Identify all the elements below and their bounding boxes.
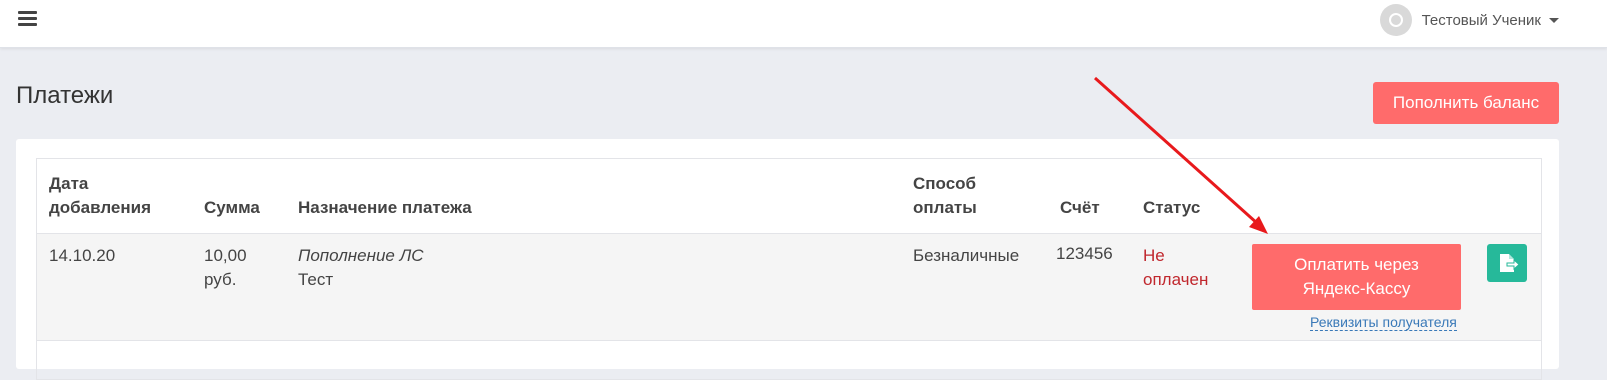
- payments-table: Дата добавления Сумма Назначение платежа…: [36, 158, 1542, 380]
- col-amount: Сумма: [204, 198, 260, 217]
- row-method: Безналичные: [913, 246, 1020, 265]
- col-date-line2: добавления: [49, 198, 152, 217]
- row-amount-currency: руб.: [204, 270, 237, 289]
- col-invoice: Счёт: [1060, 198, 1100, 217]
- row-purpose: Пополнение ЛС Тест: [298, 244, 424, 292]
- page-title: Платежи: [16, 82, 114, 109]
- col-status: Статус: [1143, 198, 1201, 217]
- table-header: Дата добавления Сумма Назначение платежа…: [37, 159, 1541, 234]
- row-amount: 10,00 руб.: [204, 244, 247, 292]
- row-purpose-text: Тест: [298, 270, 334, 289]
- table-row: 14.10.20 10,00 руб. Пополнение ЛС Тест Б…: [37, 234, 1541, 341]
- row-date: 14.10.20: [49, 246, 116, 265]
- payments-panel: Дата добавления Сумма Назначение платежа…: [16, 139, 1559, 380]
- recipient-requisites-link[interactable]: Реквизиты получателя: [1310, 314, 1457, 331]
- row-status-line2: оплачен: [1143, 270, 1209, 289]
- col-date-line1: Дата: [49, 174, 89, 193]
- col-purpose: Назначение платежа: [298, 198, 472, 217]
- top-navbar: Тестовый Ученик: [0, 0, 1607, 48]
- caret-down-icon: [1549, 17, 1559, 23]
- pay-yandex-kassa-button[interactable]: Оплатить через Яндекс-Кассу: [1252, 244, 1461, 310]
- row-amount-value: 10,00: [204, 246, 247, 265]
- row-invoice: 123456: [1056, 244, 1113, 263]
- row-purpose-title: Пополнение ЛС: [298, 246, 424, 265]
- user-avatar-icon: [1379, 4, 1412, 36]
- user-name: Тестовый Ученик: [1421, 11, 1541, 29]
- col-method: Способ оплаты: [913, 172, 977, 220]
- row-status: Не оплачен: [1143, 244, 1208, 292]
- col-method-line1: Способ: [913, 174, 977, 193]
- user-menu[interactable]: Тестовый Ученик: [1379, 4, 1559, 36]
- topup-balance-button[interactable]: Пополнить баланс: [1373, 82, 1559, 124]
- hamburger-icon[interactable]: [18, 11, 37, 27]
- row-status-line1: Не: [1143, 246, 1165, 265]
- col-date: Дата добавления: [49, 172, 151, 220]
- file-export-icon[interactable]: [1487, 244, 1527, 282]
- col-method-line2: оплаты: [913, 198, 977, 217]
